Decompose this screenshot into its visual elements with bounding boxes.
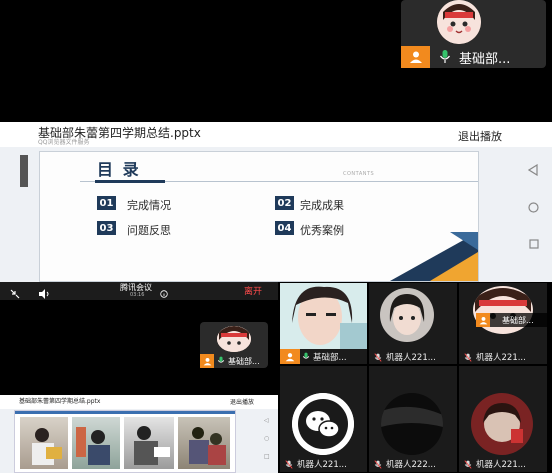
user-icon xyxy=(280,349,300,364)
muted-mic-icon xyxy=(464,459,472,469)
toc-number: 03 xyxy=(97,221,116,235)
avatar xyxy=(437,0,481,44)
toc-number: 01 xyxy=(97,196,116,210)
participant-label: 基础部... xyxy=(302,351,367,363)
exit-playback-button[interactable]: 退出播放 xyxy=(458,128,502,144)
mini-presentation-title: 基础部朱蕾第四学期总结.pptx xyxy=(19,398,101,405)
mini-presentation: 基础部朱蕾第四学期总结.pptx 退出播放 ◁ ○ □ xyxy=(0,395,278,473)
mic-icon xyxy=(302,352,310,359)
speaker-overlay: 基础部... xyxy=(476,313,547,327)
mini-exit-playback-button[interactable]: 退出播放 xyxy=(230,397,254,406)
speaker-name: 基础部... xyxy=(459,52,511,67)
overlay-name: 基础部... xyxy=(502,316,534,325)
slide-photo xyxy=(72,417,120,469)
speaker-card[interactable]: 基础部... xyxy=(401,0,546,68)
mini-home-nav-icon[interactable]: ○ xyxy=(264,435,269,442)
mini-slide xyxy=(14,410,236,473)
mic-icon xyxy=(217,356,225,366)
toc-item-label: 问题反思 xyxy=(127,224,171,237)
muted-mic-icon xyxy=(374,352,382,362)
wechat-icon xyxy=(292,393,354,455)
participant-tile[interactable]: 基础部... xyxy=(280,283,367,364)
participant-label: 机器人221... xyxy=(464,458,547,470)
toc-item-label: 完成成果 xyxy=(300,199,344,212)
participant-label: 机器人221... xyxy=(374,351,457,363)
toc-number: 02 xyxy=(275,196,294,210)
meeting-timer: 03:16 xyxy=(130,292,145,298)
toc-item-label: 完成情况 xyxy=(127,199,171,212)
avatar xyxy=(471,393,533,455)
participant-tile[interactable]: 基础部... 机器人221... xyxy=(459,283,547,364)
participant-label: 机器人222... xyxy=(374,458,457,470)
meeting-toolbar: 腾讯会议 03:16 离开 xyxy=(0,282,278,300)
muted-mic-icon xyxy=(464,352,472,362)
participant-label: 机器人221... xyxy=(464,351,547,363)
speaker-name: 基础部... xyxy=(228,357,260,366)
participant-tile[interactable]: 机器人221... xyxy=(280,366,367,472)
leave-meeting-button[interactable]: 离开 xyxy=(244,284,262,297)
cartoon-girl-avatar-icon xyxy=(217,326,251,352)
muted-mic-icon xyxy=(285,459,293,469)
muted-mic-icon xyxy=(374,459,382,469)
avatar xyxy=(381,393,443,455)
contents-label: CONTANTS xyxy=(343,171,375,177)
user-icon xyxy=(476,313,490,327)
mini-recent-apps-icon[interactable]: □ xyxy=(264,453,270,460)
participant-label: 机器人221... xyxy=(285,458,367,470)
mini-presentation-header: 基础部朱蕾第四学期总结.pptx 退出播放 xyxy=(0,395,278,409)
collapse-icon[interactable] xyxy=(9,285,21,299)
avatar xyxy=(380,288,434,342)
slide-area: 目 录 CONTANTS 01 完成情况 02 完成成果 03 问题反思 04 … xyxy=(0,147,552,282)
participant-tile[interactable]: 机器人221... xyxy=(459,366,547,472)
toc-number: 04 xyxy=(275,221,294,235)
video-feed xyxy=(280,283,367,349)
toc-item-label: 优秀案例 xyxy=(300,224,344,237)
speaker-card-small[interactable]: 基础部... xyxy=(200,322,268,368)
recent-apps-icon[interactable] xyxy=(529,234,539,249)
cartoon-girl-avatar-icon xyxy=(437,0,481,44)
slide-heading: 目 录 xyxy=(97,160,141,179)
mini-back-nav-icon[interactable]: ◁ xyxy=(264,417,269,424)
mini-slide-top-bar xyxy=(15,411,235,414)
slide-left-bar xyxy=(20,155,28,187)
participant-tile[interactable]: 机器人221... xyxy=(369,283,457,364)
slide-photo xyxy=(20,417,68,469)
participant-tile[interactable]: 机器人222... xyxy=(369,366,457,472)
slide-corner-decoration xyxy=(390,232,478,281)
slide-photo xyxy=(178,417,230,469)
presentation-header: 基础部朱蕾第四学期总结.pptx QQ浏览器文件服务 退出播放 xyxy=(0,122,552,147)
presentation-slide: 目 录 CONTANTS 01 完成情况 02 完成成果 03 问题反思 04 … xyxy=(39,151,479,282)
back-nav-icon[interactable] xyxy=(527,161,538,177)
home-nav-icon[interactable] xyxy=(528,198,539,213)
mic-icon xyxy=(438,48,452,66)
slide-photo xyxy=(124,417,174,469)
avatar xyxy=(217,326,251,352)
user-icon xyxy=(200,354,214,368)
wechat-avatar xyxy=(292,393,354,455)
slide-heading-accent xyxy=(95,180,165,183)
info-icon[interactable] xyxy=(160,283,168,298)
presentation-subtitle: QQ浏览器文件服务 xyxy=(38,139,90,146)
speaker-icon[interactable] xyxy=(38,285,50,299)
user-icon xyxy=(401,46,430,68)
